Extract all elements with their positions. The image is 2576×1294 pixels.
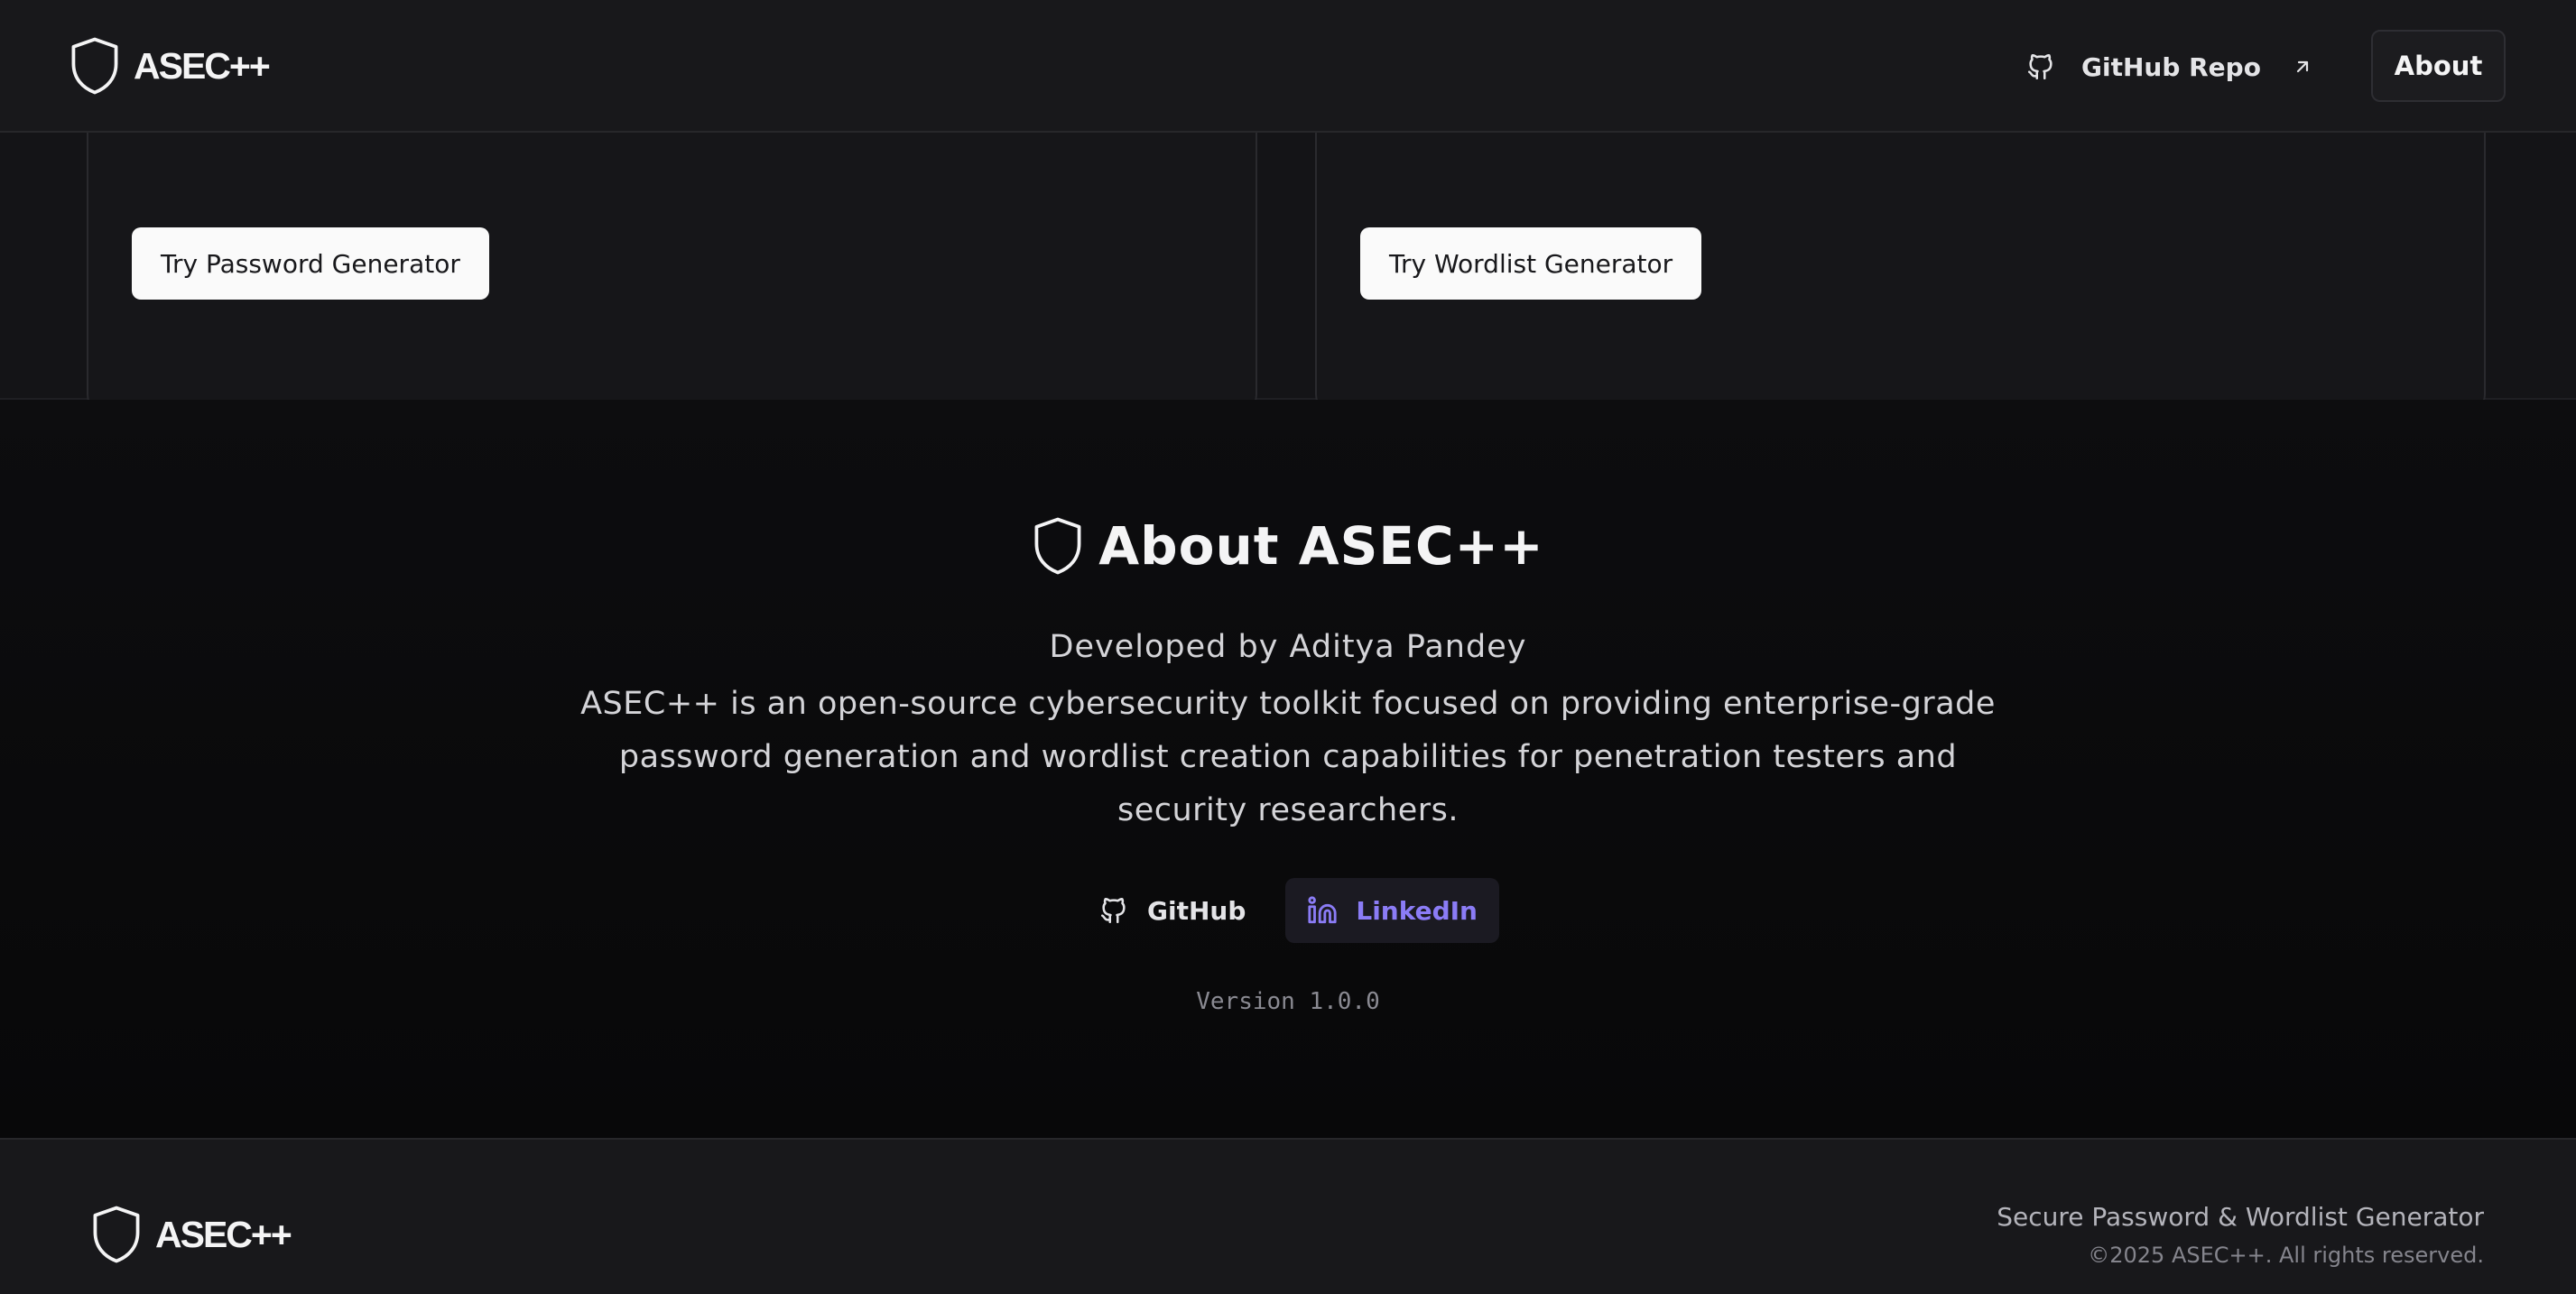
- top-navbar: ASEC++ GitHub Repo About: [0, 0, 2576, 133]
- try-wordlist-generator-button[interactable]: Try Wordlist Generator: [1360, 227, 1702, 300]
- social-links: GitHub LinkedIn: [0, 878, 2576, 943]
- developer-credit: Developed by Aditya Pandey: [1049, 629, 1527, 665]
- github-profile-link[interactable]: GitHub: [1077, 878, 1267, 943]
- github-profile-label: GitHub: [1146, 895, 1246, 926]
- github-icon: [2027, 54, 2052, 80]
- about-heading: About ASEC++: [0, 515, 2576, 577]
- footer: ASEC++ Secure Password & Wordlist Genera…: [0, 1138, 2576, 1294]
- about-section: About ASEC++ Developed by Aditya Pandey …: [0, 400, 2576, 1138]
- brand-name: ASEC++: [134, 44, 271, 87]
- footer-brand-name: ASEC++: [155, 1213, 292, 1255]
- version-label: Version 1.0.0: [1196, 988, 1380, 1015]
- password-generator-card: Try Password Generator: [87, 97, 1257, 414]
- shield-icon: [1034, 517, 1081, 575]
- footer-tagline: Secure Password & Wordlist Generator: [1997, 1202, 2484, 1232]
- shield-icon: [71, 37, 118, 95]
- footer-copyright: ©2025 ASEC++. All rights reserved.: [2088, 1243, 2484, 1268]
- footer-logo[interactable]: ASEC++: [90, 1205, 292, 1264]
- linkedin-profile-label: LinkedIn: [1356, 895, 1478, 926]
- wordlist-generator-card: Try Wordlist Generator: [1315, 97, 2486, 414]
- about-button[interactable]: About: [2371, 30, 2506, 102]
- about-description: ASEC++ is an open-source cybersecurity t…: [580, 686, 1996, 828]
- tools-section: Try Password Generator Try Wordlist Gene…: [0, 97, 2576, 414]
- github-icon: [1100, 898, 1126, 924]
- shield-icon: [93, 1206, 140, 1263]
- try-password-generator-button[interactable]: Try Password Generator: [132, 227, 489, 300]
- header-logo[interactable]: ASEC++: [69, 36, 271, 96]
- github-repo-label: GitHub Repo: [2081, 51, 2261, 82]
- linkedin-icon: [1308, 896, 1337, 924]
- linkedin-profile-link[interactable]: LinkedIn: [1285, 878, 1499, 943]
- github-repo-link[interactable]: GitHub Repo: [2025, 42, 2313, 91]
- about-title: About ASEC++: [1098, 515, 1544, 577]
- arrow-up-right-icon: [2296, 60, 2309, 73]
